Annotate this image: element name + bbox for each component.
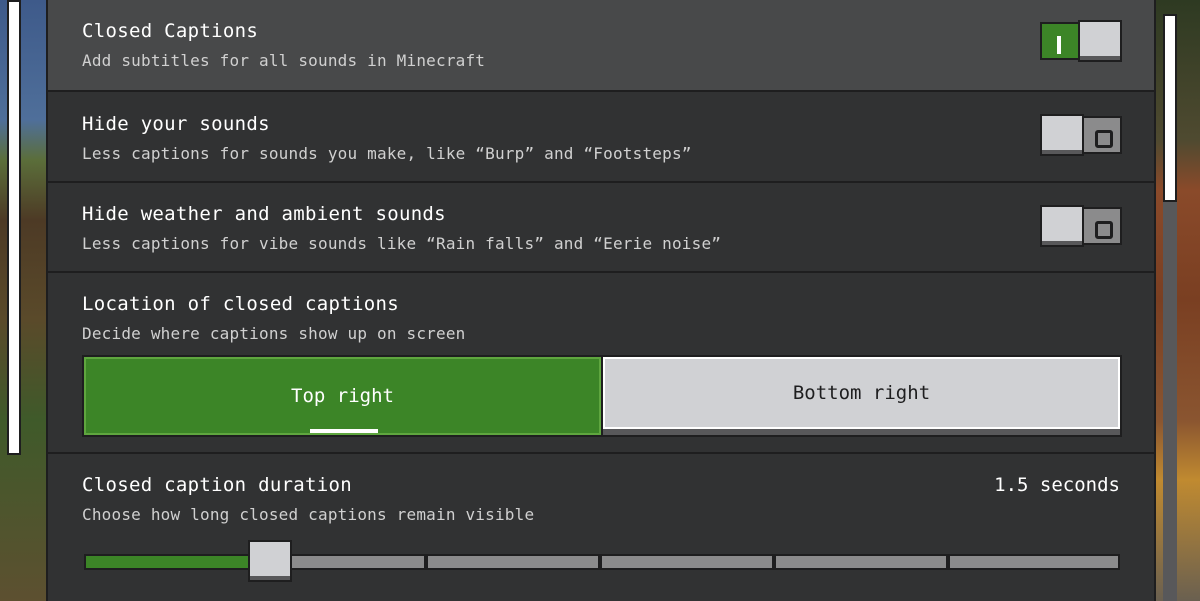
slider-track-segment xyxy=(948,554,1120,570)
setting-row-hide-your-sounds[interactable]: Hide your sounds Less captions for sound… xyxy=(48,92,1154,183)
setting-title: Closed Captions xyxy=(82,20,259,42)
right-scrollbar-thumb[interactable] xyxy=(1163,14,1177,202)
caption-location-selector: Top right Bottom right xyxy=(82,355,1122,437)
setting-description: Less captions for sounds you make, like … xyxy=(82,144,692,163)
setting-description: Decide where captions show up on screen xyxy=(82,324,466,343)
toggle-on-icon xyxy=(1057,36,1061,54)
slider-track-segment xyxy=(426,554,600,570)
closed-captions-toggle[interactable] xyxy=(1040,20,1124,64)
setting-row-caption-location: Location of closed captions Decide where… xyxy=(48,273,1154,454)
hide-your-sounds-toggle[interactable] xyxy=(1040,114,1124,158)
slider-track-segment xyxy=(288,554,426,570)
toggle-knob[interactable] xyxy=(1040,114,1084,156)
captions-settings-panel: Closed Captions Add subtitles for all so… xyxy=(46,0,1156,601)
slider-thumb[interactable] xyxy=(248,540,292,582)
selected-indicator xyxy=(310,429,378,433)
setting-row-caption-duration: Closed caption duration 1.5 seconds Choo… xyxy=(48,454,1154,601)
option-label: Bottom right xyxy=(792,382,931,404)
setting-description: Choose how long closed captions remain v… xyxy=(82,505,535,524)
toggle-off-icon xyxy=(1095,130,1113,148)
option-label: Top right xyxy=(291,385,394,407)
setting-description: Less captions for vibe sounds like “Rain… xyxy=(82,234,722,253)
toggle-off-icon xyxy=(1095,221,1113,239)
duration-value: 1.5 seconds xyxy=(994,474,1120,496)
slider-track-segment xyxy=(600,554,774,570)
slider-filled-track xyxy=(84,554,254,570)
setting-description: Add subtitles for all sounds in Minecraf… xyxy=(82,51,486,70)
slider-track-segment xyxy=(774,554,948,570)
caption-duration-slider[interactable] xyxy=(84,540,1124,582)
toggle-knob[interactable] xyxy=(1040,205,1084,247)
toggle-knob[interactable] xyxy=(1078,20,1122,62)
setting-title: Hide weather and ambient sounds xyxy=(82,203,446,225)
setting-title: Hide your sounds xyxy=(82,113,270,135)
hide-weather-sounds-toggle[interactable] xyxy=(1040,205,1124,249)
left-scrollbar[interactable] xyxy=(7,0,21,455)
location-option-bottom-right[interactable]: Bottom right xyxy=(603,357,1120,429)
setting-title: Closed caption duration xyxy=(82,474,352,496)
location-option-top-right[interactable]: Top right xyxy=(84,357,601,435)
setting-row-closed-captions[interactable]: Closed Captions Add subtitles for all so… xyxy=(48,0,1154,92)
setting-title: Location of closed captions xyxy=(82,293,399,315)
setting-row-hide-weather-ambient[interactable]: Hide weather and ambient sounds Less cap… xyxy=(48,183,1154,273)
